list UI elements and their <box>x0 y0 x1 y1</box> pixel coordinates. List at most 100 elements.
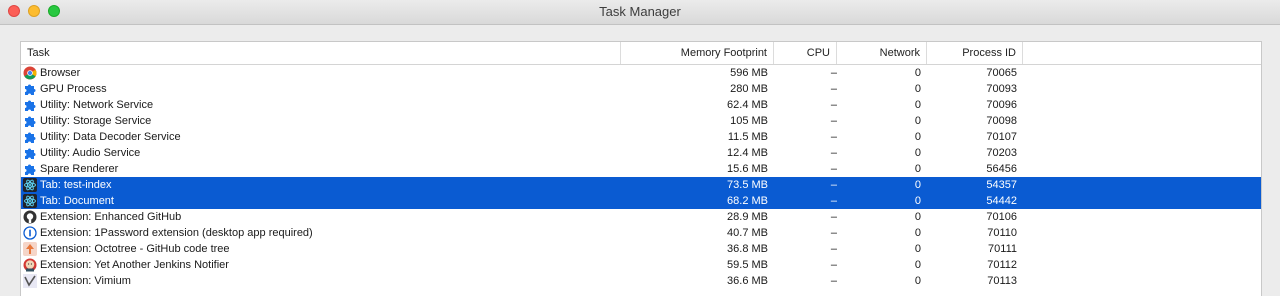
task-cell: Utility: Data Decoder Service <box>21 129 621 145</box>
vimium-icon <box>23 274 37 288</box>
memory-cell: 40.7 MB <box>727 227 768 239</box>
pid-cell: 56456 <box>986 163 1017 175</box>
pid-cell: 70096 <box>986 99 1017 111</box>
task-cell: Utility: Audio Service <box>21 145 621 161</box>
task-cell: Tab: Document <box>21 193 621 209</box>
task-table[interactable]: Task Memory Footprint CPU Network Proces… <box>20 41 1262 296</box>
column-header-network[interactable]: Network <box>837 42 927 64</box>
jenkins-icon <box>23 258 37 272</box>
memory-cell: 28.9 MB <box>727 211 768 223</box>
octotree-icon <box>23 242 37 256</box>
network-cell: 0 <box>914 99 921 111</box>
column-header-pid[interactable]: Process ID <box>927 42 1023 64</box>
task-name: Utility: Data Decoder Service <box>40 131 181 143</box>
react-icon <box>23 178 37 192</box>
column-header-cpu[interactable]: CPU <box>774 42 837 64</box>
task-cell: Spare Renderer <box>21 161 621 177</box>
cpu-cell: – <box>830 163 837 175</box>
table-row[interactable]: Utility: Audio Service 12.4 MB – 0 70203 <box>21 145 1261 161</box>
pid-cell: 70106 <box>986 211 1017 223</box>
pid-cell: 70111 <box>988 243 1017 255</box>
puzzle-icon <box>23 130 37 144</box>
cpu-cell: – <box>830 227 837 239</box>
pid-cell: 70065 <box>986 67 1017 79</box>
task-name: Extension: Vimium <box>40 275 131 287</box>
memory-cell: 105 MB <box>730 115 768 127</box>
pid-cell: 70110 <box>987 227 1017 239</box>
table-header: Task Memory Footprint CPU Network Proces… <box>21 42 1261 65</box>
pid-cell: 70112 <box>987 259 1017 271</box>
table-row[interactable]: GPU Process 280 MB – 0 70093 <box>21 81 1261 97</box>
network-cell: 0 <box>914 195 921 207</box>
table-row[interactable]: Tab: Document 68.2 MB – 0 54442 <box>21 193 1261 209</box>
github-icon <box>23 210 37 224</box>
memory-cell: 36.8 MB <box>727 243 768 255</box>
pid-cell: 70098 <box>986 115 1017 127</box>
memory-cell: 62.4 MB <box>727 99 768 111</box>
puzzle-icon <box>23 146 37 160</box>
pid-cell: 54442 <box>986 195 1017 207</box>
puzzle-icon <box>23 98 37 112</box>
network-cell: 0 <box>914 163 921 175</box>
table-row[interactable]: Extension: Yet Another Jenkins Notifier 5… <box>21 257 1261 273</box>
task-name: Tab: Document <box>40 195 114 207</box>
task-cell: Utility: Network Service <box>21 97 621 113</box>
column-header-memory[interactable]: Memory Footprint <box>621 42 774 64</box>
pid-cell: 70113 <box>987 275 1017 287</box>
network-cell: 0 <box>914 259 921 271</box>
memory-cell: 68.2 MB <box>727 195 768 207</box>
network-cell: 0 <box>914 147 921 159</box>
pid-cell: 70093 <box>986 83 1017 95</box>
task-name: Tab: test-index <box>40 179 112 191</box>
memory-cell: 59.5 MB <box>727 259 768 271</box>
task-name: Utility: Network Service <box>40 99 154 111</box>
memory-cell: 280 MB <box>730 83 768 95</box>
cpu-cell: – <box>830 83 837 95</box>
task-cell: Extension: Vimium <box>21 273 621 289</box>
table-row[interactable]: Spare Renderer 15.6 MB – 0 56456 <box>21 161 1261 177</box>
cpu-cell: – <box>830 131 837 143</box>
task-name: Spare Renderer <box>40 163 119 175</box>
chrome-icon <box>23 66 37 80</box>
onepassword-icon <box>23 226 37 240</box>
network-cell: 0 <box>914 83 921 95</box>
column-header-task[interactable]: Task <box>21 42 621 64</box>
memory-cell: 12.4 MB <box>727 147 768 159</box>
cpu-cell: – <box>830 259 837 271</box>
network-cell: 0 <box>914 131 921 143</box>
task-cell: Extension: 1Password extension (desktop … <box>21 225 621 241</box>
task-cell: Extension: Yet Another Jenkins Notifier <box>21 257 621 273</box>
task-cell: Extension: Enhanced GitHub <box>21 209 621 225</box>
cpu-cell: – <box>830 211 837 223</box>
table-body: Browser 596 MB – 0 70065 GPU Process 280 MB – 0 7… <box>21 65 1261 289</box>
table-row[interactable]: Extension: 1Password extension (desktop … <box>21 225 1261 241</box>
task-name: Extension: Enhanced GitHub <box>40 211 182 223</box>
table-row[interactable]: Tab: test-index 73.5 MB – 0 54357 <box>21 177 1261 193</box>
table-row[interactable]: Utility: Data Decoder Service 11.5 MB – 0 70… <box>21 129 1261 145</box>
cpu-cell: – <box>830 147 837 159</box>
task-name: Utility: Audio Service <box>40 147 141 159</box>
table-row[interactable]: Extension: Vimium 36.6 MB – 0 70113 <box>21 273 1261 289</box>
puzzle-icon <box>23 82 37 96</box>
table-row[interactable]: Browser 596 MB – 0 70065 <box>21 65 1261 81</box>
pid-cell: 54357 <box>986 179 1017 191</box>
cpu-cell: – <box>830 275 837 287</box>
network-cell: 0 <box>914 227 921 239</box>
pid-cell: 70107 <box>986 131 1017 143</box>
task-cell: Tab: test-index <box>21 177 621 193</box>
cpu-cell: – <box>830 195 837 207</box>
table-row[interactable]: Utility: Network Service 62.4 MB – 0 70096 <box>21 97 1261 113</box>
pid-cell: 70203 <box>986 147 1017 159</box>
task-name: Extension: Octotree - GitHub code tree <box>40 243 230 255</box>
memory-cell: 15.6 MB <box>727 163 768 175</box>
task-cell: Extension: Octotree - GitHub code tree <box>21 241 621 257</box>
table-row[interactable]: Utility: Storage Service 105 MB – 0 70098 <box>21 113 1261 129</box>
network-cell: 0 <box>914 211 921 223</box>
table-row[interactable]: Extension: Octotree - GitHub code tree 36… <box>21 241 1261 257</box>
task-name: GPU Process <box>40 83 107 95</box>
memory-cell: 36.6 MB <box>727 275 768 287</box>
task-name: Extension: Yet Another Jenkins Notifier <box>40 259 229 271</box>
cpu-cell: – <box>830 99 837 111</box>
network-cell: 0 <box>914 275 921 287</box>
table-row[interactable]: Extension: Enhanced GitHub 28.9 MB – 0 70106 <box>21 209 1261 225</box>
